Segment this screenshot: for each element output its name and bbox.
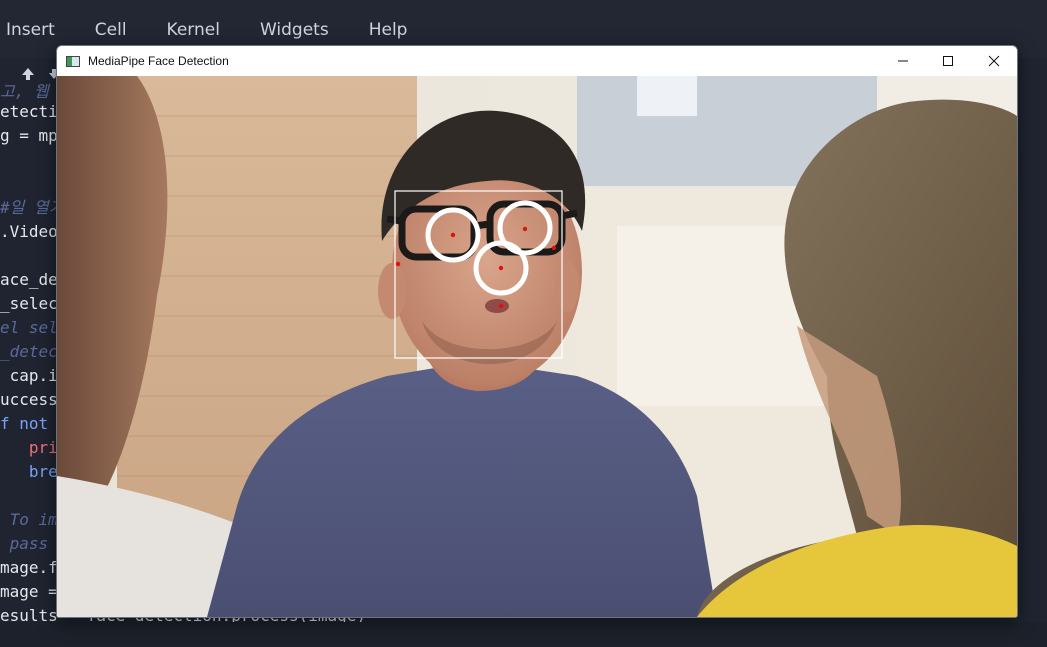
code-line: bre <box>0 462 58 481</box>
minimize-icon <box>898 60 908 62</box>
code-line: pri <box>0 438 58 457</box>
code-line: f not <box>0 414 58 433</box>
code-line: #일 열기 <box>0 198 64 217</box>
code-line: mage.f <box>0 558 58 577</box>
app-icon <box>66 55 80 67</box>
window-title: MediaPipe Face Detection <box>88 54 229 68</box>
minimize-button[interactable] <box>880 46 926 76</box>
code-line: cap.i <box>0 366 58 385</box>
code-line: ace_de <box>0 270 58 289</box>
menu-insert[interactable]: Insert <box>6 0 55 40</box>
video-frame <box>57 76 1017 617</box>
menu-kernel[interactable]: Kernel <box>167 0 220 40</box>
code-line: g = mp <box>0 126 58 145</box>
close-button[interactable] <box>971 46 1017 76</box>
code-line: _detec <box>0 342 58 361</box>
close-icon <box>988 55 1000 67</box>
code-line: _selec <box>0 294 58 313</box>
code-line: To im <box>0 510 58 529</box>
code-line: .Video <box>0 222 58 241</box>
menu-widgets[interactable]: Widgets <box>260 0 329 40</box>
menu-help[interactable]: Help <box>369 0 408 40</box>
video-scene-image <box>57 76 1017 617</box>
editor-bottom-area <box>0 622 1047 647</box>
mediapipe-window[interactable]: MediaPipe Face Detection <box>56 45 1018 618</box>
maximize-icon <box>943 56 953 66</box>
menu-cell[interactable]: Cell <box>95 0 127 40</box>
code-line: uccess <box>0 390 58 409</box>
window-titlebar[interactable]: MediaPipe Face Detection <box>57 46 1017 76</box>
maximize-button[interactable] <box>925 46 971 76</box>
code-line: pass <box>0 534 58 553</box>
code-line: el sel <box>0 318 58 337</box>
